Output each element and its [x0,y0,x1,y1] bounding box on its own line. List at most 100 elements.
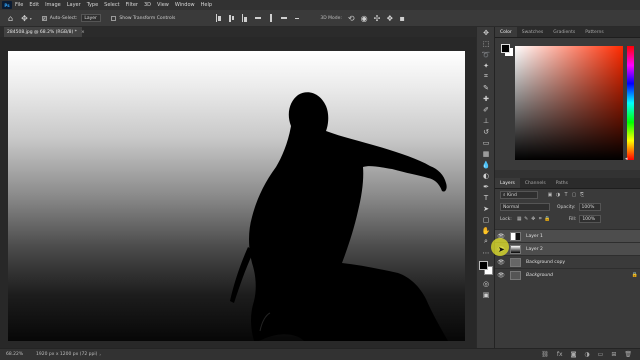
menu-image[interactable]: Image [45,2,61,8]
roll-3d-icon[interactable]: ◉ [361,14,368,23]
link-layers-icon[interactable]: ⛓ [541,351,549,358]
align-left-icon[interactable] [254,14,261,22]
lock-artboard-icon[interactable]: ⌗ [537,216,544,222]
foreground-background-swatches[interactable] [479,261,493,275]
tab-layers[interactable]: Layers [495,178,520,188]
tab-color[interactable]: Color [495,27,517,37]
pan-3d-icon[interactable]: ✣ [374,14,381,23]
marquee-tool-icon[interactable]: ⬚ [477,38,495,49]
layer-row-layer-1[interactable]: 👁 Layer 1 [495,229,640,242]
lock-transparency-icon[interactable]: ▦ [516,216,523,222]
kind-filter-dropdown[interactable]: ⌕ Kind [500,191,538,199]
filter-adjustment-icon[interactable]: ◑ [554,192,562,198]
pen-tool-icon[interactable]: ✒ [477,181,495,192]
type-tool-icon[interactable]: T [477,192,495,203]
hue-slider-marker-icon[interactable]: ◂ [625,156,628,162]
align-right-icon[interactable] [280,14,287,22]
crop-tool-icon[interactable]: ⌗ [477,71,495,82]
filter-smart-object-icon[interactable]: ⎘ [578,192,586,198]
tab-channels[interactable]: Channels [520,178,551,188]
menu-3d[interactable]: 3D [144,2,151,8]
healing-brush-tool-icon[interactable]: ✚ [477,93,495,104]
blur-tool-icon[interactable]: 💧 [477,159,495,170]
home-icon[interactable]: ⌂ [8,14,13,23]
layer-style-icon[interactable]: fx [557,351,563,358]
filter-type-icon[interactable]: T [562,192,570,198]
align-bottom-icon[interactable] [241,14,248,22]
more-options-icon[interactable] [293,14,300,22]
clone-stamp-tool-icon[interactable]: ⊥ [477,115,495,126]
gradient-tool-icon[interactable]: ▦ [477,148,495,159]
layer-row-background[interactable]: 👁 Background 🔒 [495,268,640,281]
hand-tool-icon[interactable]: ✋ [477,225,495,236]
show-transform-checkbox[interactable] [111,15,117,21]
menu-filter[interactable]: Filter [126,2,138,8]
move-tool-icon[interactable]: ✥ [477,27,495,38]
tab-paths[interactable]: Paths [551,178,573,188]
document-tab-title: 284508.jpg @ 68.2% (RGB/8) * [7,29,77,35]
chevron-down-icon[interactable]: ▾ [30,16,32,21]
menu-type[interactable]: Type [87,2,98,8]
eraser-tool-icon[interactable]: ▭ [477,137,495,148]
visibility-eye-icon[interactable]: 👁 [495,272,507,279]
fill-field[interactable]: 100% [579,215,602,223]
hue-slider[interactable] [627,46,634,160]
adjustment-layer-icon[interactable]: ◑ [584,351,589,358]
layer-row-layer-2[interactable]: 👁 Layer 2 [495,242,640,255]
filter-pixel-icon[interactable]: ▣ [546,192,554,198]
quick-mask-icon[interactable]: ◎ [477,278,495,289]
lock-all-icon[interactable]: 🔒 [544,216,551,222]
menu-help[interactable]: Help [201,2,212,8]
auto-select-checkbox[interactable]: ✓ [41,15,47,21]
dodge-tool-icon[interactable]: ◐ [477,170,495,181]
menu-layer[interactable]: Layer [67,2,81,8]
add-mask-icon[interactable]: ◙ [571,351,577,358]
menu-view[interactable]: View [157,2,169,8]
align-top-icon[interactable] [215,14,222,22]
menu-file[interactable]: File [15,2,23,8]
menu-edit[interactable]: Edit [29,2,39,8]
menu-select[interactable]: Select [104,2,119,8]
photoshop-logo[interactable]: Ps [2,1,12,9]
orbit-3d-icon[interactable]: ⟲ [348,14,355,23]
close-icon[interactable]: × [81,30,85,35]
align-vertical-center-icon[interactable] [228,14,235,22]
chevron-right-icon[interactable]: › [99,352,101,357]
new-group-icon[interactable]: ▭ [598,351,604,358]
lock-image-icon[interactable]: ✎ [523,216,530,222]
opacity-field[interactable]: 100% [578,203,601,211]
align-horizontal-center-icon[interactable] [267,14,274,22]
tab-gradients[interactable]: Gradients [548,27,580,37]
rectangle-tool-icon[interactable]: ▢ [477,214,495,225]
tab-swatches[interactable]: Swatches [517,27,549,37]
color-panel-swatches[interactable] [501,44,513,56]
document-info[interactable]: 1920 px x 1200 px (72 ppi) [36,352,97,357]
saturation-brightness-field[interactable] [515,46,623,160]
brush-tool-icon[interactable]: ✐ [477,104,495,115]
foreground-color-swatch[interactable] [479,261,488,270]
lasso-tool-icon[interactable]: ➰ [477,49,495,60]
auto-select-target-dropdown[interactable]: Layer [81,14,102,22]
foreground-color-swatch[interactable] [501,44,510,53]
document-tab[interactable]: 284508.jpg @ 68.2% (RGB/8) * × [4,27,85,37]
blend-mode-dropdown[interactable]: Normal [500,203,550,211]
zoom-level[interactable]: 68.22% [6,352,34,357]
path-selection-tool-icon[interactable]: ➤ [477,203,495,214]
tab-patterns[interactable]: Patterns [580,27,609,37]
eyedropper-tool-icon[interactable]: ✎ [477,82,495,93]
magic-wand-tool-icon[interactable]: ✦ [477,60,495,71]
new-layer-icon[interactable]: ⊞ [611,351,616,358]
layer-row-background-copy[interactable]: 👁 Background copy [495,255,640,268]
history-brush-tool-icon[interactable]: ↺ [477,126,495,137]
move-tool-icon[interactable]: ✥ [21,14,28,23]
menu-window[interactable]: Window [175,2,195,8]
filter-shape-icon[interactable]: ▢ [570,192,578,198]
screen-mode-icon[interactable]: ▣ [477,289,495,300]
visibility-eye-icon[interactable]: 👁 [495,259,507,266]
delete-layer-icon[interactable]: 🗑 [624,351,632,358]
document-canvas[interactable] [8,51,465,341]
scale-3d-icon[interactable]: ▪ [399,14,404,23]
slide-3d-icon[interactable]: ❖ [386,14,393,23]
canvas-area[interactable] [0,37,476,348]
lock-position-icon[interactable]: ✥ [530,216,537,222]
